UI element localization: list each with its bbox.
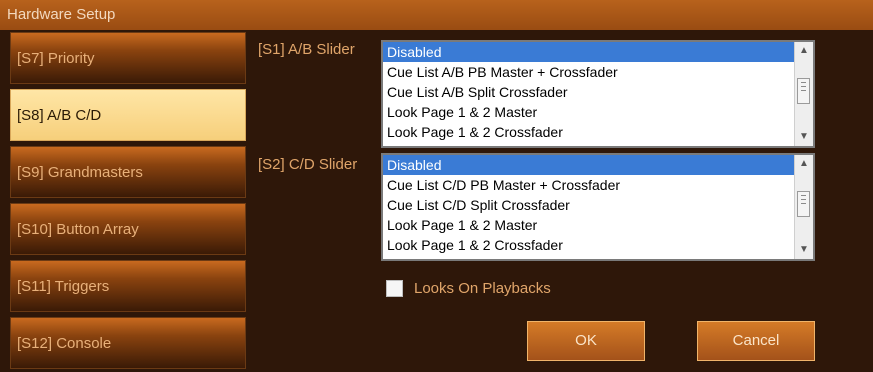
s2-option-look-page-crossfader[interactable]: Look Page 1 & 2 Crossfader: [383, 235, 795, 255]
scroll-up-arrow-icon[interactable]: ▲: [795, 42, 813, 60]
s2-option-disabled[interactable]: Disabled: [383, 155, 795, 175]
ok-button[interactable]: OK: [527, 321, 645, 361]
sidebar-item-console[interactable]: [S12] Console: [10, 317, 246, 369]
s1-slider-listbox[interactable]: Disabled Cue List A/B PB Master + Crossf…: [381, 40, 815, 148]
s2-scrollbar[interactable]: ▲ ▼: [794, 155, 813, 259]
s2-option-look-page-master[interactable]: Look Page 1 & 2 Master: [383, 215, 795, 235]
s1-option-pb-master-crossfader[interactable]: Cue List A/B PB Master + Crossfader: [383, 62, 795, 82]
sidebar-item-grandmasters[interactable]: [S9] Grandmasters: [10, 146, 246, 198]
s2-option-split-crossfader[interactable]: Cue List C/D Split Crossfader: [383, 195, 795, 215]
sidebar: [S7] Priority [S8] A/B C/D [S9] Grandmas…: [0, 32, 248, 372]
sidebar-item-ab-cd[interactable]: [S8] A/B C/D: [10, 89, 246, 141]
s1-slider-label: [S1] A/B Slider: [258, 41, 355, 58]
s2-slider-listbox[interactable]: Disabled Cue List C/D PB Master + Crossf…: [381, 153, 815, 261]
s2-slider-label: [S2] C/D Slider: [258, 156, 358, 173]
scroll-thumb[interactable]: [797, 78, 810, 104]
s1-option-disabled[interactable]: Disabled: [383, 42, 795, 62]
scroll-thumb[interactable]: [797, 191, 810, 217]
scroll-down-arrow-icon[interactable]: ▼: [795, 128, 813, 146]
window-title: Hardware Setup: [0, 0, 873, 30]
s1-option-split-crossfader[interactable]: Cue List A/B Split Crossfader: [383, 82, 795, 102]
s2-option-pb-master-crossfader[interactable]: Cue List C/D PB Master + Crossfader: [383, 175, 795, 195]
cancel-button[interactable]: Cancel: [697, 321, 815, 361]
sidebar-item-priority[interactable]: [S7] Priority: [10, 32, 246, 84]
s1-option-look-page-crossfader[interactable]: Look Page 1 & 2 Crossfader: [383, 122, 795, 142]
scroll-up-arrow-icon[interactable]: ▲: [795, 155, 813, 173]
sidebar-item-button-array[interactable]: [S10] Button Array: [10, 203, 246, 255]
s1-option-look-page-master[interactable]: Look Page 1 & 2 Master: [383, 102, 795, 122]
sidebar-item-triggers[interactable]: [S11] Triggers: [10, 260, 246, 312]
scroll-down-arrow-icon[interactable]: ▼: [795, 241, 813, 259]
looks-on-playbacks-label: Looks On Playbacks: [414, 280, 551, 297]
hardware-setup-window: Hardware Setup [S7] Priority [S8] A/B C/…: [0, 0, 873, 372]
looks-on-playbacks-checkbox[interactable]: [386, 280, 403, 297]
s1-scrollbar[interactable]: ▲ ▼: [794, 42, 813, 146]
